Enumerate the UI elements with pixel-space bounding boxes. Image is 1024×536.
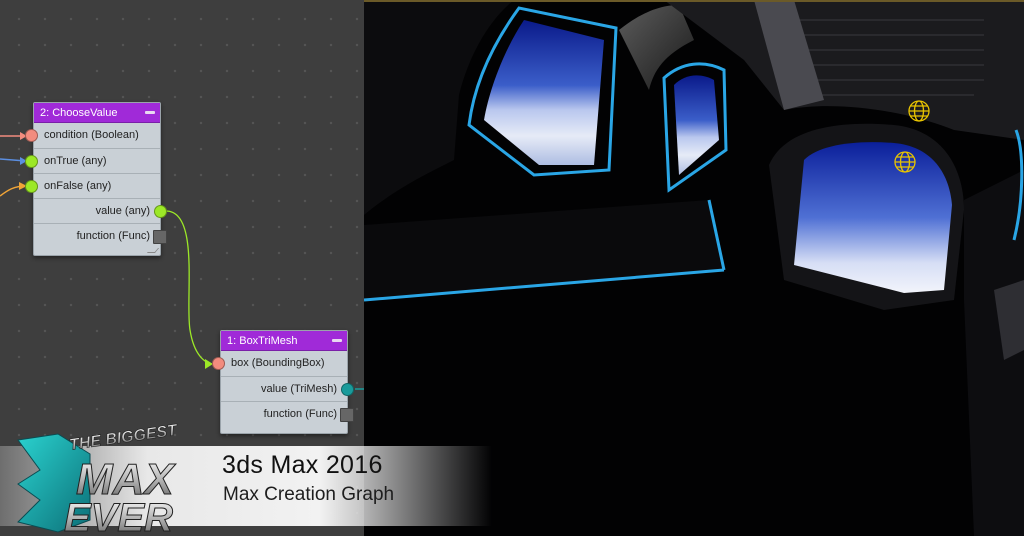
ontrue-input-pin[interactable] (25, 155, 38, 168)
ceiling-structure (664, 0, 1024, 140)
condition-input-pin[interactable] (25, 129, 38, 142)
box-input-pin[interactable] (212, 357, 225, 370)
output-value[interactable]: value (any) (34, 198, 167, 223)
boxtrimesh-node[interactable]: 1: BoxTriMesh box (BoundingBox) value (T… (212, 330, 354, 434)
viewport-active-border (364, 0, 1024, 2)
trimesh-output-pin[interactable] (341, 383, 354, 396)
function-output-pin[interactable] (153, 230, 167, 244)
wire-value-to-box (165, 210, 215, 365)
3ds-max-logo: THE BIGGEST MAX EVER (17, 422, 179, 536)
input-box[interactable]: box (BoundingBox) (212, 351, 347, 376)
boxtrimesh-node-header[interactable]: 1: BoxTriMesh (221, 331, 347, 351)
collapse-icon[interactable] (145, 111, 155, 114)
window-1 (484, 20, 604, 165)
product-title: 3ds Max 2016 (222, 451, 383, 479)
box-input-label: box (BoundingBox) (231, 357, 325, 369)
choosevalue-node[interactable]: 2: ChooseValue condition (Boolean) onTru… (25, 102, 167, 256)
choosevalue-node-title: 2: ChooseValue (40, 107, 118, 119)
product-subtitle: Max Creation Graph (223, 484, 395, 505)
logo-line-1: THE BIGGEST (68, 422, 179, 454)
bulkhead-frame-2 (619, 5, 694, 90)
input-onfalse[interactable]: onFalse (any) (25, 173, 160, 198)
function-output-pin[interactable] (340, 408, 354, 422)
logo-line-3: EVER (64, 496, 173, 536)
input-condition[interactable]: condition (Boolean) (25, 123, 160, 148)
function-output-label: function (Func) (76, 230, 150, 242)
ontrue-input-label: onTrue (any) (44, 155, 107, 167)
output-trimesh[interactable]: value (TriMesh) (221, 376, 354, 401)
output-function[interactable]: function (Func) (221, 401, 354, 426)
input-ontrue[interactable]: onTrue (any) (25, 148, 160, 173)
value-output-pin[interactable] (154, 205, 167, 218)
choosevalue-node-header[interactable]: 2: ChooseValue (34, 103, 160, 123)
collapse-icon[interactable] (332, 339, 342, 342)
output-function[interactable]: function (Func) (34, 223, 167, 248)
onfalse-input-label: onFalse (any) (44, 180, 112, 192)
condition-input-label: condition (Boolean) (44, 129, 139, 141)
onfalse-input-pin[interactable] (25, 180, 38, 193)
function-output-label: function (Func) (263, 408, 337, 420)
trimesh-output-label: value (TriMesh) (261, 383, 337, 395)
porthole-window (794, 142, 952, 293)
resize-grip-icon[interactable] (146, 248, 160, 253)
boxtrimesh-node-title: 1: BoxTriMesh (227, 335, 298, 347)
value-output-label: value (any) (95, 205, 150, 217)
